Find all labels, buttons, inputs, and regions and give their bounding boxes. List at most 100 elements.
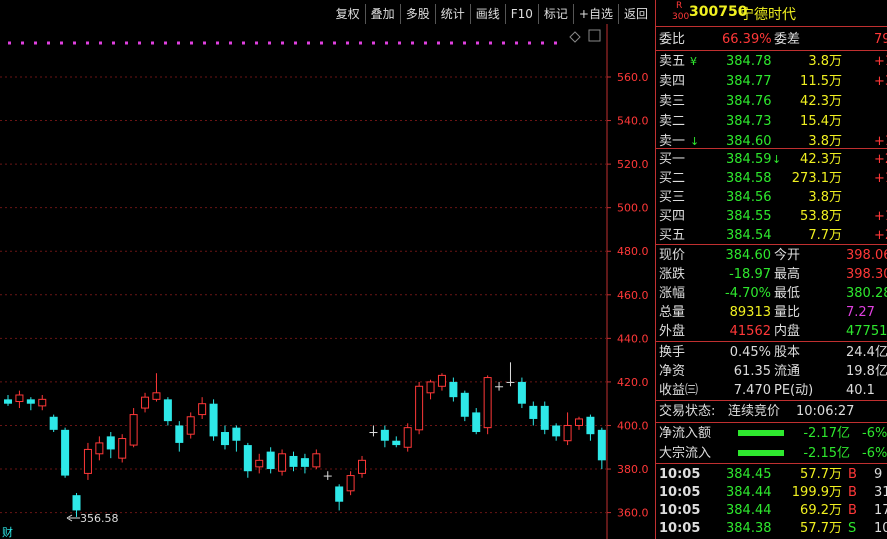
y-tick-label: 420.0 <box>617 376 649 389</box>
tick-time: 10:05 <box>659 503 701 518</box>
status-value: 连续竞价 <box>728 404 781 419</box>
candle-body <box>141 396 150 409</box>
toolbar-add-watchlist-button[interactable]: +自选 <box>572 4 618 24</box>
tick-time: 10:05 <box>659 521 701 536</box>
flow-pct: -6% <box>862 446 887 461</box>
tick-count: 31 <box>874 485 887 500</box>
stock-name: 宁德时代 <box>740 7 796 23</box>
tick-volume: 199.9万 <box>791 485 842 500</box>
tick-volume: 57.7万 <box>800 467 842 482</box>
candle-body <box>175 425 184 443</box>
flow-label: 大宗流入 <box>659 446 712 461</box>
candle-body <box>300 458 309 467</box>
tick-side: B <box>848 503 857 518</box>
quote-value-right: 47751 <box>846 324 887 339</box>
weicha-value: 79 <box>874 32 887 47</box>
bid-volume: 53.8万 <box>800 209 842 224</box>
tick-count: 9 <box>874 467 883 482</box>
ask-change: +1 <box>874 54 887 69</box>
quote-value: -4.70% <box>725 286 771 301</box>
info-label-right: 股本 <box>774 345 801 360</box>
info-value: 61.35 <box>733 364 771 379</box>
candle-body <box>278 453 287 472</box>
candle-body <box>346 475 355 492</box>
info-value-right: 40.1 <box>846 383 875 398</box>
toolbar-multi-stock-button[interactable]: 多股 <box>399 4 435 24</box>
toolbar-mark-button[interactable]: 标记 <box>537 4 573 24</box>
bottom-corner-label: 财 <box>2 525 13 539</box>
toolbar-fuquan-button[interactable]: 复权 <box>331 4 365 24</box>
candle-body <box>243 445 252 472</box>
flow-bar <box>738 450 784 456</box>
quote-row-1: 现价 384.60 今开 398.06 <box>656 246 887 265</box>
ask-row-2: 卖四 384.77 11.5万 +3 <box>656 72 887 91</box>
bid-row-2: 买二 384.58 273.1万 +1 <box>656 169 887 188</box>
flow-row-2: 大宗流入 -2.15亿 -6% <box>656 444 887 463</box>
ask-price: 384.77 <box>726 74 772 89</box>
info-value: 7.470 <box>733 383 771 398</box>
candle-body <box>483 377 492 429</box>
y-tick-label: 520.0 <box>617 158 649 171</box>
info-value-right: 19.8亿 <box>846 364 887 379</box>
y-tick-label: 480.0 <box>617 245 649 258</box>
candle-body <box>232 427 241 441</box>
candle-body <box>26 399 35 404</box>
candle-body <box>403 427 412 448</box>
tick-row-1: 10:05 384.45 57.7万 B 9 <box>656 465 887 484</box>
bid-volume: 273.1万 <box>791 171 842 186</box>
candle-body <box>118 438 127 459</box>
bid-row-3: 买三 384.56 3.8万 <box>656 188 887 207</box>
kline-chart[interactable]: 560.0 540.0 520.0 500.0 480.0 460.0 440.0 420.0… <box>0 0 655 539</box>
bid-price: 384.59 <box>726 152 772 167</box>
tick-row-3: 10:05 384.44 69.2万 B 17 <box>656 501 887 520</box>
info-row-1: 换手 0.45% 股本 24.4亿 <box>656 343 887 362</box>
candle-body <box>163 399 172 422</box>
bid-volume: 7.7万 <box>808 228 842 243</box>
toolbar-overlay-button[interactable]: 叠加 <box>364 4 400 24</box>
quote-label-right: 今开 <box>774 248 801 263</box>
y-tick-label: 360.0 <box>617 507 649 520</box>
y-tick-label: 500.0 <box>617 202 649 215</box>
candle-body <box>369 432 378 434</box>
candle-body <box>449 381 458 398</box>
candle-body <box>61 429 70 476</box>
weibi-label: 委比 <box>659 32 686 47</box>
candle-body <box>198 403 207 416</box>
bid-change: +1 <box>874 171 887 186</box>
ask-row-1: 卖五 ¥ 384.78 3.8万 +1 <box>656 52 887 71</box>
info-value-right: 24.4亿 <box>846 345 887 360</box>
toolbar-draw-line-button[interactable]: 画线 <box>469 4 505 24</box>
tick-row-2: 10:05 384.44 199.9万 B 31 <box>656 483 887 502</box>
toolbar-back-button[interactable]: 返回 <box>617 4 653 24</box>
candle-body <box>426 381 435 394</box>
bid-volume: 42.3万 <box>800 152 842 167</box>
tick-price: 384.44 <box>726 503 772 518</box>
bid-row-4: 买四 384.55 53.8万 +14 <box>656 207 887 226</box>
bid-price: 384.54 <box>726 228 772 243</box>
candle-body <box>517 381 526 404</box>
candle-body <box>289 455 298 467</box>
flow-row-1: 净流入额 -2.17亿 -6% <box>656 424 887 443</box>
trade-status-row: 交易状态: 连续竞价 10:06:27 <box>656 402 887 421</box>
candle-body <box>220 432 229 446</box>
quote-row-5: 外盘 41562 内盘 47751 <box>656 322 887 341</box>
market-badge-top: R <box>676 1 683 11</box>
bid-label: 买二 <box>659 171 686 186</box>
bid-row-5: 买五 384.54 7.7万 +2 <box>656 226 887 245</box>
flow-label: 净流入额 <box>659 426 712 441</box>
quote-value: -18.97 <box>729 267 771 282</box>
bid-row-1: 买一 ↓ 384.59 42.3万 +2 <box>656 150 887 169</box>
ask-row-3: 卖三 384.76 42.3万 <box>656 92 887 111</box>
quote-panel: R 300 300750 宁德时代 委比 66.39% 委差 79 卖五 ¥ 38… <box>655 0 887 539</box>
tick-volume: 69.2万 <box>800 503 842 518</box>
ask-volume: 15.4万 <box>800 114 842 129</box>
candle-body <box>495 386 504 388</box>
toolbar-f10-button[interactable]: F10 <box>504 4 538 24</box>
toolbar-statistics-button[interactable]: 统计 <box>434 4 470 24</box>
bid-price: 384.55 <box>726 209 772 224</box>
candle-body <box>392 440 401 446</box>
chart-toolbar: 复权 叠加 多股 统计 画线 F10 标记 +自选 返回 <box>331 4 653 24</box>
bid-price: 384.56 <box>726 190 772 205</box>
ask-label: 卖五 <box>659 54 686 69</box>
tick-price: 384.45 <box>726 467 772 482</box>
